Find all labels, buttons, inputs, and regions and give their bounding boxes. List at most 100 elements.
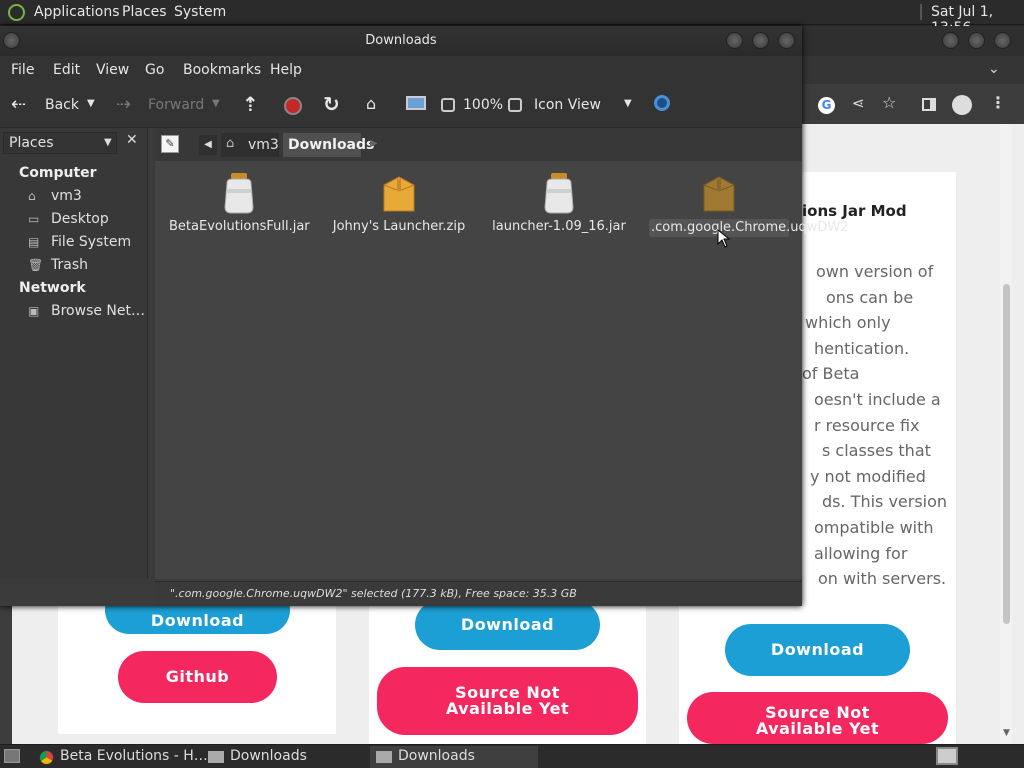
- taskbar-item-downloads-2[interactable]: Downloads: [370, 746, 538, 768]
- path-segment-vm3[interactable]: ⌂ vm3: [221, 133, 279, 157]
- sidebar-mode-select[interactable]: Places ▼: [3, 132, 117, 154]
- menu-go[interactable]: Go: [145, 62, 164, 78]
- article-line: s classes that: [822, 441, 931, 461]
- article-line: ds. This version: [822, 492, 948, 512]
- article-line: ons can be: [826, 287, 914, 307]
- home-folder-icon: ⌂: [226, 136, 235, 151]
- drive-icon: ▤: [28, 235, 40, 249]
- minimize-icon[interactable]: [942, 32, 959, 49]
- taskbar-item-label: Downloads: [398, 748, 475, 764]
- sidepanel-icon[interactable]: [922, 98, 936, 111]
- edit-location-icon[interactable]: ✎: [161, 135, 179, 153]
- home-icon[interactable]: ⌂: [366, 94, 376, 113]
- sidebar-item-desktop[interactable]: ▭ Desktop: [28, 211, 109, 227]
- source-not-available-button-2[interactable]: Source Not Available Yet: [377, 667, 638, 735]
- file-item[interactable]: BetaEvolutionsFull.jar: [169, 171, 310, 235]
- archive-icon: [703, 176, 735, 212]
- scroll-down-icon[interactable]: ▼: [1003, 728, 1010, 738]
- forward-arrow-icon[interactable]: ⇢: [116, 94, 131, 115]
- folder-icon: [208, 751, 224, 763]
- window-title: Downloads: [365, 33, 437, 48]
- view-mode-select[interactable]: Icon View: [534, 97, 601, 113]
- back-history-dropdown-icon[interactable]: ▼: [87, 98, 95, 109]
- path-segment-downloads[interactable]: Downloads: [283, 133, 374, 157]
- article-line: which only: [805, 313, 891, 333]
- article-line: r resource fix: [814, 415, 920, 435]
- reload-icon[interactable]: ↻: [323, 92, 340, 116]
- menu-bookmarks[interactable]: Bookmarks: [183, 62, 261, 78]
- close-icon[interactable]: [994, 32, 1011, 49]
- tab-dropdown-icon[interactable]: ⌄: [988, 61, 1000, 77]
- browser-tabstrip: ⌄: [802, 56, 1024, 84]
- zoom-level[interactable]: 100%: [463, 97, 503, 113]
- panel-separator: [920, 4, 922, 20]
- workspace-switcher-icon[interactable]: [936, 747, 958, 765]
- computer-icon[interactable]: [406, 96, 426, 110]
- menu-file[interactable]: File: [11, 62, 34, 78]
- home-folder-icon: ⌂: [28, 189, 36, 203]
- window-titlebar[interactable]: Downloads: [0, 26, 802, 56]
- download-button-2[interactable]: Download: [415, 600, 600, 650]
- back-button[interactable]: Back: [45, 97, 79, 113]
- sidebar-item-vm3[interactable]: ⌂ vm3: [28, 188, 82, 204]
- places-menu[interactable]: Places: [122, 4, 167, 20]
- maximize-icon[interactable]: [752, 32, 769, 49]
- system-menu[interactable]: System: [174, 4, 226, 20]
- article-line: of Beta: [802, 364, 860, 384]
- article-line: hentication.: [814, 338, 910, 358]
- taskbar: Beta Evolutions - H… Downloads Downloads: [0, 744, 1024, 768]
- close-icon[interactable]: [778, 32, 795, 49]
- star-icon[interactable]: ☆: [882, 93, 896, 112]
- up-icon[interactable]: ⇡: [242, 92, 259, 116]
- file-item[interactable]: launcher-1.09_16.jar: [489, 171, 629, 235]
- forward-history-dropdown-icon[interactable]: ▼: [212, 98, 220, 109]
- minimize-icon[interactable]: [726, 32, 743, 49]
- view-mode-dropdown-icon[interactable]: ▼: [624, 98, 632, 109]
- path-right-arrow-icon[interactable]: ▶: [370, 138, 378, 149]
- path-left-arrow-icon[interactable]: ◀: [199, 135, 217, 155]
- article-line: y not modified: [810, 466, 926, 486]
- stop-icon[interactable]: [284, 97, 302, 115]
- file-item-selected[interactable]: .com.google.Chrome.uqwDW2: [649, 171, 849, 237]
- show-desktop-icon[interactable]: [4, 749, 20, 763]
- maximize-icon[interactable]: [968, 32, 985, 49]
- file-view[interactable]: BetaEvolutionsFull.jar Johny's Launcher.…: [155, 161, 849, 579]
- file-item[interactable]: Johny's Launcher.zip: [329, 171, 469, 235]
- desktop-folder-icon: ▭: [28, 212, 40, 226]
- window-menu-icon[interactable]: [3, 32, 20, 49]
- download-button-3[interactable]: Download: [725, 624, 910, 676]
- sidebar-item-label: Desktop: [51, 211, 109, 227]
- share-icon[interactable]: ⋖: [852, 94, 865, 112]
- sidebar-item-filesystem[interactable]: ▤ File System: [28, 234, 131, 250]
- close-sidebar-icon[interactable]: ✕: [126, 132, 138, 148]
- path-bar: ✎ ◀ ⌂ vm3 Downloads ▶: [155, 128, 802, 161]
- zoom-in-icon[interactable]: [508, 98, 522, 112]
- sidebar-item-trash[interactable]: 🗑 Trash: [28, 257, 88, 273]
- google-icon[interactable]: G: [818, 97, 835, 114]
- article-heading: ions Jar Mod: [802, 202, 907, 220]
- menu-edit[interactable]: Edit: [53, 62, 80, 78]
- distro-logo-icon[interactable]: [8, 4, 25, 21]
- zoom-out-icon[interactable]: [441, 98, 455, 112]
- taskbar-item-browser[interactable]: Beta Evolutions - H…: [32, 746, 208, 768]
- browser-toolbar: G ⋖ ☆ ⋮: [802, 84, 1024, 124]
- more-menu-icon[interactable]: ⋮: [990, 93, 1006, 112]
- folder-icon: [376, 751, 392, 763]
- profile-avatar-icon[interactable]: [952, 95, 972, 115]
- menu-help[interactable]: Help: [270, 62, 302, 78]
- forward-button[interactable]: Forward: [148, 97, 204, 113]
- taskbar-item-downloads-1[interactable]: Downloads: [202, 746, 368, 768]
- mouse-cursor-icon: [717, 229, 731, 248]
- github-button[interactable]: Github: [118, 651, 277, 703]
- menu-view[interactable]: View: [96, 62, 129, 78]
- file-name: Johny's Launcher.zip: [332, 219, 466, 234]
- search-icon[interactable]: [654, 95, 670, 111]
- path-segment-label: Downloads: [288, 137, 375, 153]
- scrollbar-handle[interactable]: [1003, 284, 1010, 624]
- path-segment-label: vm3: [248, 137, 279, 153]
- source-not-available-button-3[interactable]: Source Not Available Yet: [687, 692, 948, 744]
- applications-menu[interactable]: Applications: [34, 4, 120, 20]
- file-name: BetaEvolutionsFull.jar: [169, 219, 310, 234]
- back-arrow-icon[interactable]: ⇠: [11, 94, 26, 115]
- sidebar-item-browse-network[interactable]: ▣ Browse Net…: [28, 303, 145, 319]
